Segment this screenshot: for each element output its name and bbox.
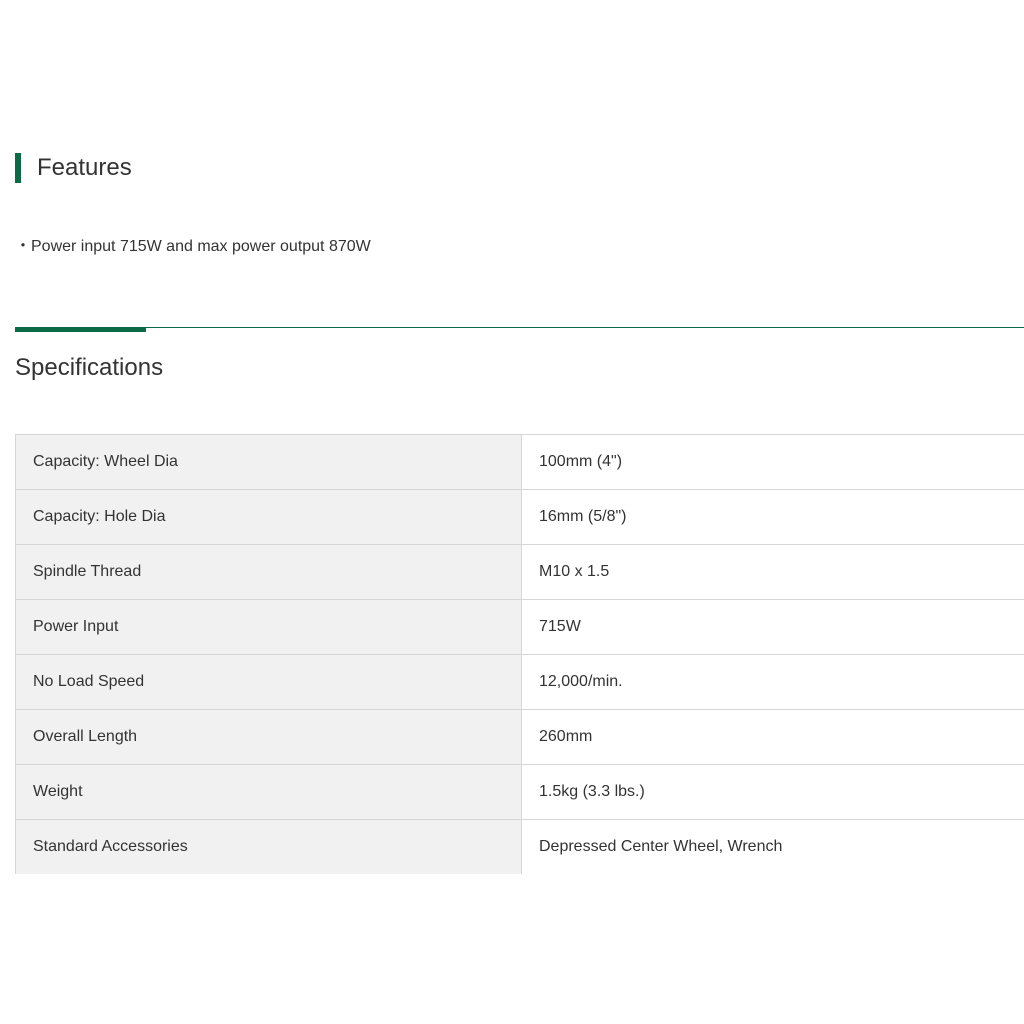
spec-value: 260mm (521, 709, 1024, 765)
table-row: No Load Speed 12,000/min. (15, 654, 1024, 710)
table-row: Power Input 715W (15, 599, 1024, 655)
features-heading: Features (15, 153, 132, 183)
features-accent-bar (15, 153, 21, 183)
table-row: Capacity: Wheel Dia 100mm (4") (15, 434, 1024, 490)
specifications-table: Capacity: Wheel Dia 100mm (4") Capacity:… (15, 434, 1024, 874)
specifications-divider-accent (15, 327, 146, 332)
feature-list: ・Power input 715W and max power output 8… (15, 236, 371, 258)
specifications-title: Specifications (15, 354, 164, 381)
spec-label: Overall Length (15, 709, 522, 765)
spec-value: 1.5kg (3.3 lbs.) (521, 764, 1024, 820)
table-row: Capacity: Hole Dia 16mm (5/8") (15, 489, 1024, 545)
spec-label: Power Input (15, 599, 522, 655)
spec-label: Standard Accessories (15, 819, 522, 874)
specifications-divider (15, 327, 1024, 328)
table-row: Weight 1.5kg (3.3 lbs.) (15, 764, 1024, 820)
spec-label: Capacity: Wheel Dia (15, 434, 522, 490)
features-title: Features (37, 154, 132, 181)
feature-item: ・Power input 715W and max power output 8… (15, 238, 371, 255)
spec-value: 100mm (4") (521, 434, 1024, 490)
table-row: Spindle Thread M10 x 1.5 (15, 544, 1024, 600)
spec-value: 16mm (5/8") (521, 489, 1024, 545)
table-row: Overall Length 260mm (15, 709, 1024, 765)
product-page: Features ・Power input 715W and max power… (0, 0, 1024, 1024)
spec-label: No Load Speed (15, 654, 522, 710)
table-row: Standard Accessories Depressed Center Wh… (15, 819, 1024, 874)
spec-value: 12,000/min. (521, 654, 1024, 710)
spec-value: Depressed Center Wheel, Wrench (521, 819, 1024, 874)
spec-value: M10 x 1.5 (521, 544, 1024, 600)
spec-value: 715W (521, 599, 1024, 655)
spec-label: Spindle Thread (15, 544, 522, 600)
spec-label: Weight (15, 764, 522, 820)
spec-label: Capacity: Hole Dia (15, 489, 522, 545)
